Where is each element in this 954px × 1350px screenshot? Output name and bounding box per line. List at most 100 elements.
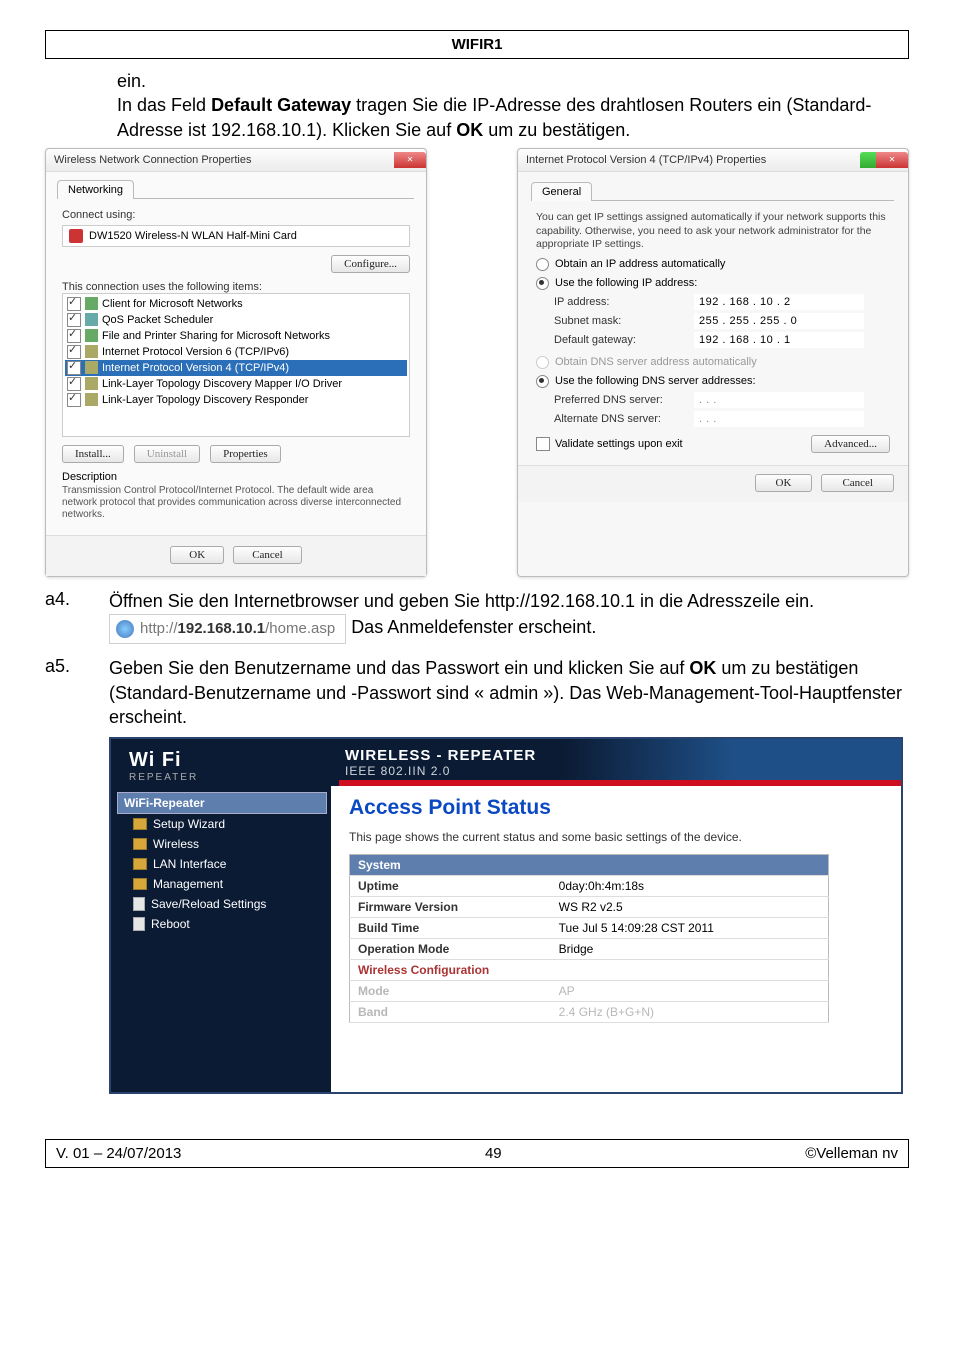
sidebar-item[interactable]: LAN Interface — [117, 854, 327, 874]
sidebar-item[interactable]: Wireless — [117, 834, 327, 854]
dialog-title: Wireless Network Connection Properties — [54, 154, 251, 166]
url-prefix: http:// — [140, 620, 178, 637]
logo-area: Wi Fi REPEATER — [111, 739, 339, 786]
adapter-field: DW1520 Wireless-N WLAN Half-Mini Card — [62, 225, 410, 247]
page-title: Access Point Status — [349, 796, 883, 820]
url-bar[interactable]: http://192.168.10.1/home.asp — [109, 614, 346, 644]
help-icon[interactable] — [860, 152, 876, 168]
configure-button[interactable]: Configure... — [331, 255, 410, 273]
description-text: Transmission Control Protocol/Internet P… — [62, 485, 410, 521]
table-val: WS R2 v2.5 — [551, 897, 829, 918]
document-header: WIFIR1 — [45, 30, 909, 59]
step-number: a4. — [45, 589, 109, 645]
table-key: Band — [350, 1002, 551, 1023]
section-header: System — [350, 855, 829, 876]
web-management-screenshot: Wi Fi REPEATER WIRELESS - REPEATER IEEE … — [109, 737, 903, 1094]
footer-center: 49 — [485, 1145, 502, 1162]
preferred-dns-label: Preferred DNS server: — [554, 394, 694, 406]
footer-left: V. 01 – 24/07/2013 — [56, 1145, 181, 1162]
url-host: 192.168.10.1 — [178, 620, 266, 637]
footer-right: ©Velleman nv — [805, 1145, 898, 1162]
advanced-button[interactable]: Advanced... — [811, 435, 890, 453]
connect-using-label: Connect using: — [62, 209, 410, 221]
folder-icon — [133, 878, 147, 890]
obtain-ip-radio[interactable] — [536, 258, 549, 271]
ok-bold: OK — [456, 120, 483, 140]
table-val: 0day:0h:4m:18s — [551, 876, 829, 897]
list-item[interactable]: File and Printer Sharing for Microsoft N… — [102, 330, 330, 342]
list-item[interactable]: Client for Microsoft Networks — [102, 298, 243, 310]
default-gateway-label: Default gateway: — [554, 334, 694, 346]
network-connection-properties-dialog: Wireless Network Connection Properties ✕… — [45, 148, 427, 577]
adapter-icon — [69, 229, 83, 243]
ok-button[interactable]: OK — [170, 546, 224, 564]
obtain-dns-radio — [536, 356, 549, 369]
cancel-button[interactable]: Cancel — [233, 546, 302, 564]
protocol-listbox[interactable]: Client for Microsoft Networks QoS Packet… — [62, 293, 410, 437]
items-label: This connection uses the following items… — [62, 281, 410, 293]
dialog-title: Internet Protocol Version 4 (TCP/IPv4) P… — [526, 154, 766, 166]
sidebar-item[interactable]: Reboot — [117, 914, 327, 934]
table-key: Uptime — [350, 876, 551, 897]
uninstall-button: Uninstall — [134, 445, 200, 463]
preferred-dns-field[interactable]: . . . — [694, 392, 864, 408]
ok-button[interactable]: OK — [755, 474, 813, 492]
url-path: /home.asp — [265, 620, 335, 637]
general-tab[interactable]: General — [531, 182, 592, 201]
install-button[interactable]: Install... — [62, 445, 124, 463]
validate-label: Validate settings upon exit — [555, 438, 683, 450]
intro-paragraph: ein. In das Feld Default Gateway tragen … — [117, 69, 904, 142]
sidebar-item[interactable]: Management — [117, 874, 327, 894]
networking-tab[interactable]: Networking — [57, 180, 134, 199]
obtain-ip-label: Obtain an IP address automatically — [555, 258, 725, 270]
use-dns-label: Use the following DNS server addresses: — [555, 375, 756, 387]
info-text: You can get IP settings assigned automat… — [536, 211, 890, 252]
use-ip-label: Use the following IP address: — [555, 277, 697, 289]
brand-sub: REPEATER — [129, 772, 339, 783]
list-item[interactable]: Link-Layer Topology Discovery Responder — [102, 394, 308, 406]
ip-address-label: IP address: — [554, 296, 694, 308]
list-item[interactable]: Internet Protocol Version 6 (TCP/IPv6) — [102, 346, 289, 358]
list-item[interactable]: Internet Protocol Version 4 (TCP/IPv4) — [102, 362, 289, 374]
table-val: Tue Jul 5 14:09:28 CST 2011 — [551, 918, 829, 939]
table-val: AP — [551, 981, 829, 1002]
banner-subtitle: IEEE 802.IIN 2.0 — [345, 764, 901, 778]
properties-button[interactable]: Properties — [210, 445, 281, 463]
step-number: a5. — [45, 656, 109, 729]
use-dns-radio[interactable] — [536, 375, 549, 388]
page-icon — [133, 917, 145, 931]
ie-icon — [116, 620, 134, 638]
banner: WIRELESS - REPEATER IEEE 802.IIN 2.0 — [339, 739, 901, 786]
list-item[interactable]: Link-Layer Topology Discovery Mapper I/O… — [102, 378, 342, 390]
subnet-mask-label: Subnet mask: — [554, 315, 694, 327]
section-header: Wireless Configuration — [350, 960, 829, 981]
use-ip-radio[interactable] — [536, 277, 549, 290]
validate-checkbox[interactable] — [536, 437, 550, 451]
list-item[interactable]: QoS Packet Scheduler — [102, 314, 213, 326]
ip-address-field[interactable]: 192 . 168 . 10 . 2 — [694, 294, 864, 310]
status-table: System Uptime0day:0h:4m:18s Firmware Ver… — [349, 854, 829, 1023]
sidebar: WiFi-Repeater Setup Wizard Wireless LAN … — [111, 786, 331, 1092]
folder-icon — [133, 838, 147, 850]
close-icon[interactable]: ✕ — [394, 152, 426, 168]
step-a5-text1: Geben Sie den Benutzername und das Passw… — [109, 658, 689, 678]
subnet-mask-field[interactable]: 255 . 255 . 255 . 0 — [694, 313, 864, 329]
folder-icon — [133, 858, 147, 870]
default-gateway-field[interactable]: 192 . 168 . 10 . 1 — [694, 332, 864, 348]
close-icon[interactable]: ✕ — [876, 152, 908, 168]
page-icon — [133, 897, 145, 911]
sidebar-item[interactable]: Save/Reload Settings — [117, 894, 327, 914]
intro-text-end: um zu bestätigen. — [483, 120, 630, 140]
brand-name: Wi Fi — [129, 749, 339, 772]
step-a4-after: Das Anmeldefenster erscheint. — [351, 617, 596, 637]
sidebar-item[interactable]: Setup Wizard — [117, 814, 327, 834]
banner-title: WIRELESS - REPEATER — [345, 747, 901, 764]
page-footer: V. 01 – 24/07/2013 49 ©Velleman nv — [45, 1139, 909, 1168]
alternate-dns-field[interactable]: . . . — [694, 411, 864, 427]
description-heading: Description — [62, 471, 410, 483]
cancel-button[interactable]: Cancel — [821, 474, 894, 492]
adapter-name: DW1520 Wireless-N WLAN Half-Mini Card — [89, 230, 297, 242]
sidebar-title[interactable]: WiFi-Repeater — [117, 792, 327, 814]
ok-bold: OK — [689, 658, 716, 678]
default-gateway-bold: Default Gateway — [211, 95, 351, 115]
